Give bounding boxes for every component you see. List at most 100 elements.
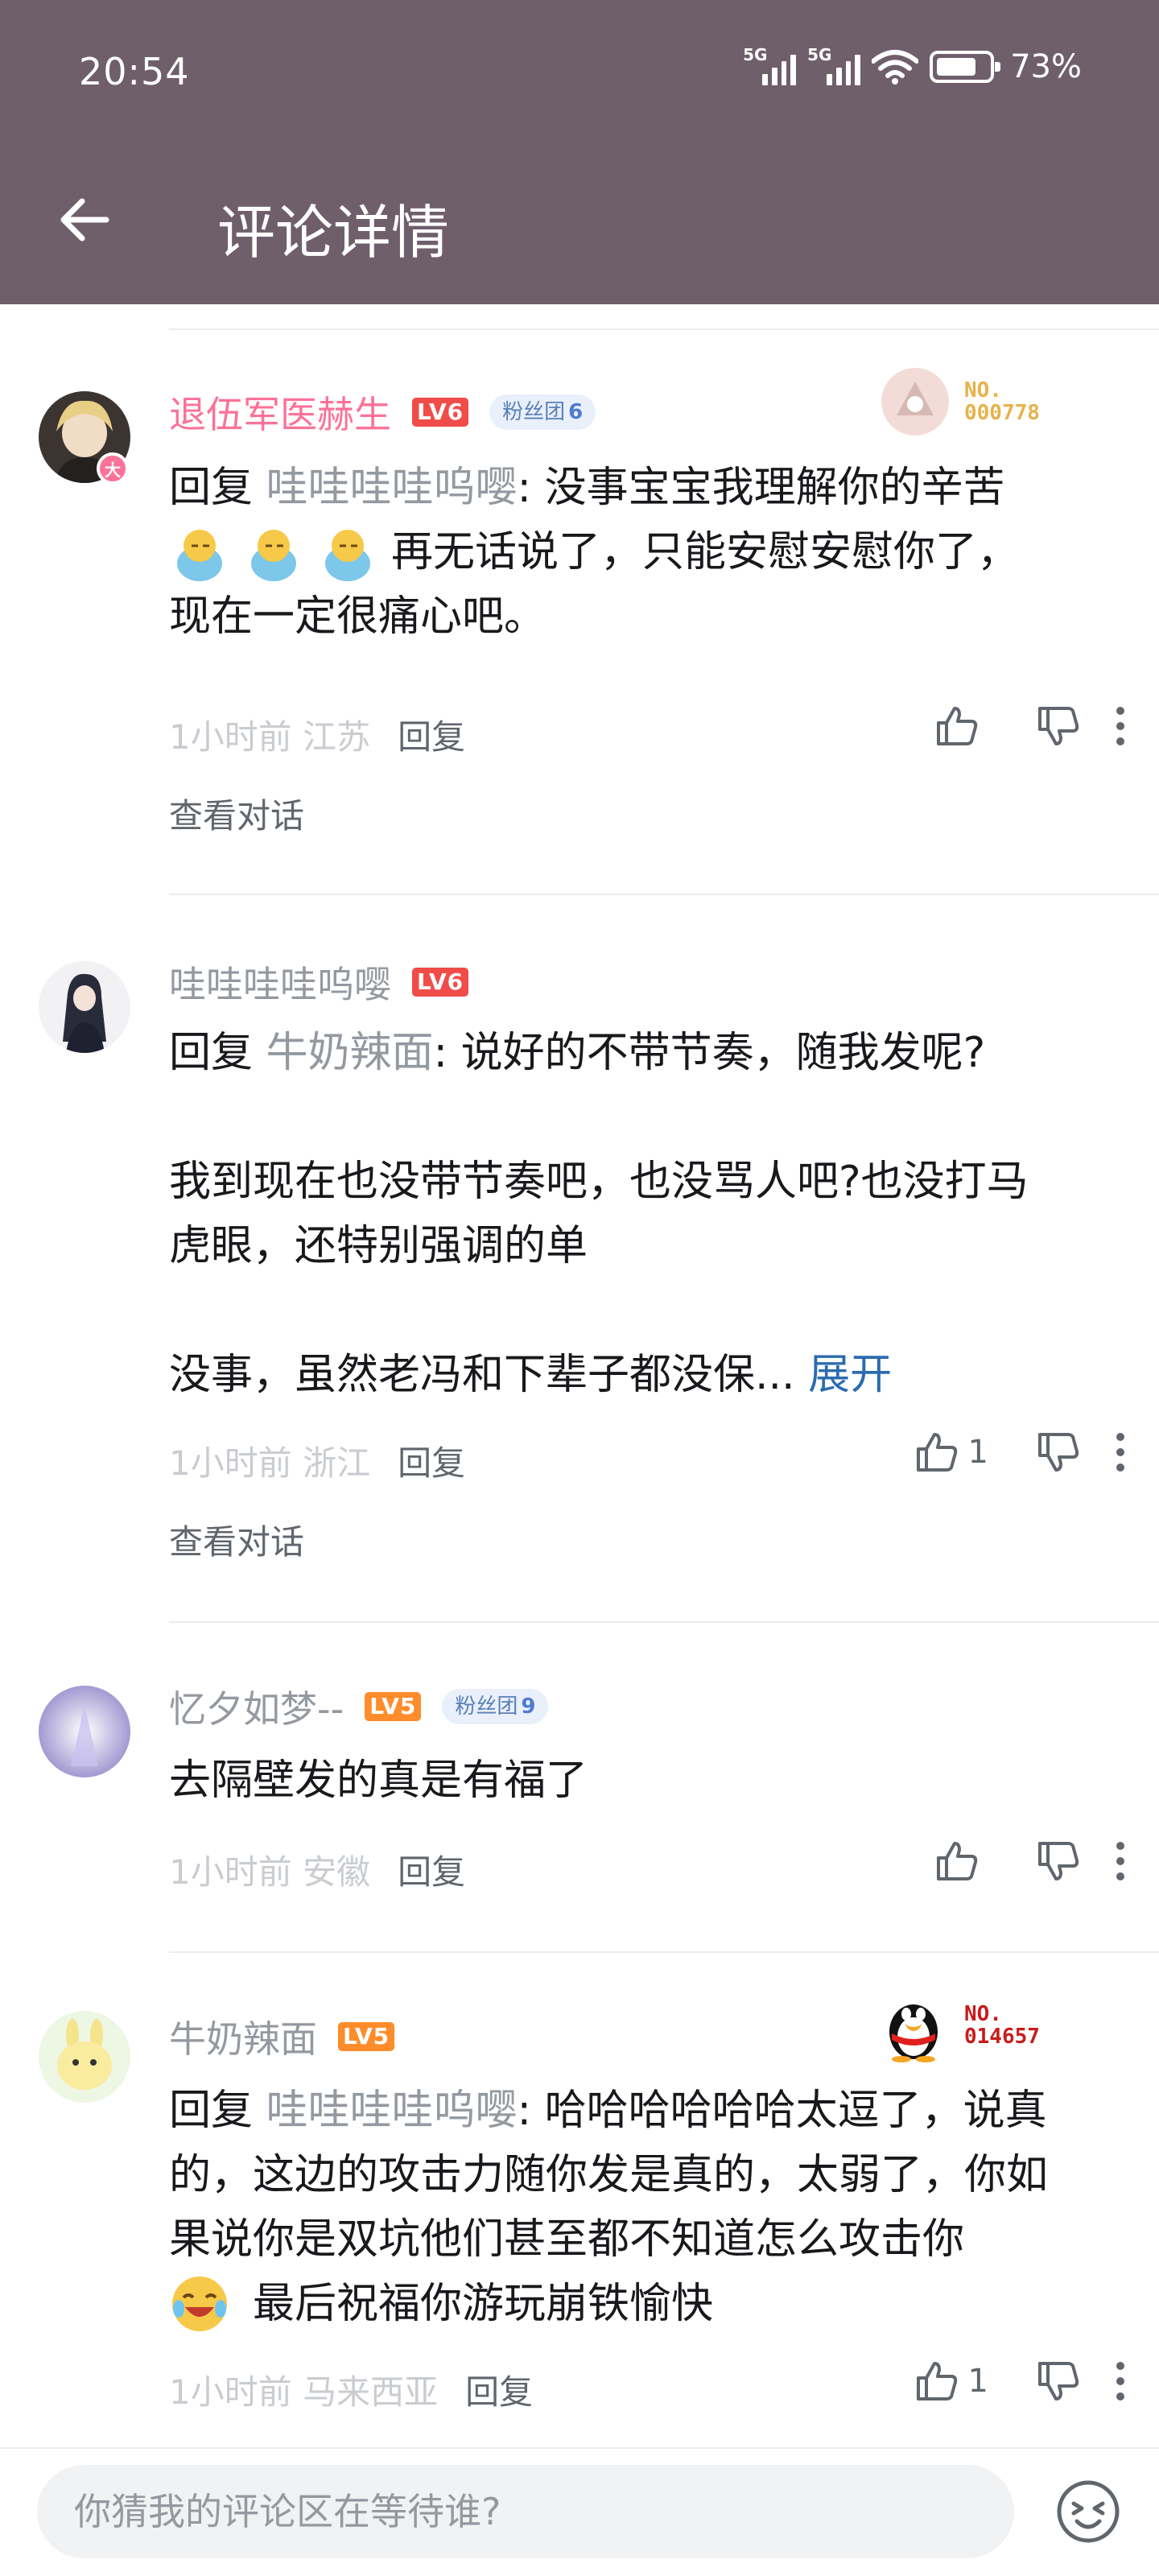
- avatar[interactable]: [39, 961, 130, 1053]
- divider: [169, 1951, 1159, 1953]
- view-conversation-link[interactable]: 查看对话: [169, 1515, 304, 1564]
- page-title: 评论详情: [217, 199, 450, 266]
- status-time: 20:54: [79, 50, 190, 93]
- comment-time: 1小时前 马来西亚: [169, 2372, 439, 2412]
- more-button[interactable]: [1114, 706, 1127, 746]
- back-arrow-icon: [60, 198, 109, 242]
- more-icon: [1116, 1433, 1124, 1472]
- decoration-card[interactable]: NO. 000778: [881, 367, 1040, 436]
- status-icons: 5G 5G 73%: [743, 45, 1082, 85]
- battery-percent: 73%: [1010, 48, 1082, 85]
- comment-meta: 1小时前 浙江 回复: [169, 1436, 465, 1485]
- comment-time: 1小时前 安徽: [169, 1852, 371, 1892]
- comment-actions: 1: [912, 2357, 1127, 2405]
- thumbs-up-icon: [916, 2362, 957, 2401]
- dislike-button[interactable]: [1033, 1837, 1082, 1885]
- status-bar: 20:54 5G 5G 73%: [0, 0, 1159, 150]
- comment-header: 牛奶辣面 LV5: [169, 2010, 395, 2063]
- reply-button[interactable]: 回复: [398, 1436, 465, 1485]
- comment-meta: 1小时前 安徽 回复: [169, 1845, 465, 1894]
- comment-actions: [932, 702, 1127, 750]
- like-button[interactable]: [932, 702, 988, 750]
- mention-link[interactable]: 哇哇哇哇呜嘤: [266, 2087, 518, 2135]
- avatar[interactable]: [39, 1686, 130, 1777]
- dislike-button[interactable]: [1033, 702, 1082, 750]
- thumbs-down-icon: [1038, 1842, 1079, 1880]
- comment-text: 回复 哇哇哇哇呜嘤: 哈哈哈哈哈哈太逗了，说真 的，这边的攻击力随你发是真的，太…: [169, 2079, 1119, 2336]
- decoration-card[interactable]: NO. 014657: [877, 1988, 1040, 2062]
- vip-badge: 大: [97, 452, 129, 485]
- level-badge: LV6: [412, 398, 469, 427]
- view-conversation-link[interactable]: 查看对话: [169, 789, 304, 838]
- thumbs-up-icon: [937, 1842, 978, 1880]
- comment-input-container: [37, 2465, 1014, 2558]
- comment-header: 退伍军医赫生 LV6 粉丝团 6: [169, 388, 596, 436]
- reply-button[interactable]: 回复: [398, 1845, 465, 1894]
- comment-time: 1小时前 浙江: [169, 1443, 371, 1483]
- like-count: 1: [967, 1434, 988, 1471]
- signal-icon: 5G: [743, 45, 797, 85]
- back-button[interactable]: [48, 184, 121, 256]
- comment-input-bar: [0, 2447, 1159, 2576]
- dislike-button[interactable]: [1033, 1428, 1082, 1476]
- more-button[interactable]: [1114, 1432, 1127, 1472]
- more-button[interactable]: [1114, 1841, 1127, 1881]
- comment-input[interactable]: [37, 2465, 1014, 2558]
- divider: [169, 1621, 1159, 1623]
- emoji-icon: [177, 530, 222, 581]
- divider: [169, 894, 1159, 895]
- reply-button[interactable]: 回复: [398, 710, 465, 759]
- like-button[interactable]: [932, 1837, 988, 1885]
- emoji-icon: [325, 530, 370, 581]
- like-button[interactable]: 1: [912, 2357, 988, 2405]
- emoji-icon: [251, 530, 296, 581]
- comment-text: 回复 牛奶辣面: 说好的不带节奏，随我发呢? 我到现在也没带节奏吧，也没骂人吧?…: [169, 1029, 1029, 1399]
- emoji-button[interactable]: [1054, 2478, 1122, 2545]
- dislike-button[interactable]: [1033, 2357, 1082, 2405]
- mention-link[interactable]: 牛奶辣面: [266, 1029, 434, 1077]
- comment-text: 去隔壁发的真是有福了: [169, 1757, 588, 1805]
- comment-text: 回复 哇哇哇哇呜嘤: 没事宝宝我理解你的辛苦 再无话说了，只能安慰安慰你了， 现…: [169, 464, 1020, 641]
- level-badge: LV5: [338, 2022, 395, 2051]
- thumbs-down-icon: [1038, 2362, 1079, 2401]
- username[interactable]: 退伍军医赫生: [169, 386, 391, 439]
- more-button[interactable]: [1114, 2361, 1127, 2401]
- wifi-icon: [872, 50, 919, 85]
- more-icon: [1116, 1842, 1124, 1880]
- like-button[interactable]: 1: [912, 1428, 988, 1476]
- username[interactable]: 忆夕如梦--: [169, 1680, 344, 1733]
- expand-link[interactable]: 展开: [808, 1351, 892, 1399]
- level-badge: LV6: [412, 968, 469, 997]
- fan-club-badge: 粉丝团 6: [489, 394, 596, 430]
- comment-actions: 1: [912, 1428, 1127, 1476]
- mention-link[interactable]: 哇哇哇哇呜嘤: [266, 464, 518, 512]
- reply-button[interactable]: 回复: [465, 2365, 533, 2414]
- qq-penguin-icon: [889, 2004, 938, 2062]
- comment-meta: 1小时前 江苏 回复: [169, 710, 465, 759]
- comment-meta: 1小时前 马来西亚 回复: [169, 2365, 533, 2414]
- username[interactable]: 牛奶辣面: [169, 2010, 317, 2063]
- divider: [169, 328, 1159, 330]
- thumbs-down-icon: [1038, 1433, 1079, 1472]
- level-badge: LV5: [365, 1692, 422, 1721]
- avatar[interactable]: [39, 2011, 130, 2103]
- emoji-icon: [1057, 2480, 1120, 2543]
- comment-header: 忆夕如梦-- LV5 粉丝团 9: [169, 1680, 549, 1733]
- decoration-number: NO. 000778: [964, 378, 1040, 425]
- thumbs-up-icon: [916, 1433, 957, 1472]
- comment-actions: [932, 1837, 1127, 1885]
- thumbs-up-icon: [937, 707, 978, 745]
- like-count: 1: [967, 2363, 988, 2400]
- battery-icon: [930, 51, 1001, 83]
- signal-icon: 5G: [807, 45, 861, 85]
- comment-header: 哇哇哇哇呜嘤 LV6: [169, 956, 469, 1009]
- app-header: 20:54 5G 5G 73% 评论详情: [0, 0, 1159, 304]
- comment-time: 1小时前 江苏: [169, 717, 371, 757]
- decoration-icon: [881, 368, 949, 436]
- thumbs-down-icon: [1038, 707, 1079, 745]
- more-icon: [1116, 2362, 1124, 2401]
- decoration-number: NO. 014657: [964, 2002, 1040, 2049]
- laughing-emoji-icon: [172, 2277, 227, 2331]
- username[interactable]: 哇哇哇哇呜嘤: [169, 956, 391, 1009]
- fan-club-badge: 粉丝团 9: [442, 1689, 549, 1724]
